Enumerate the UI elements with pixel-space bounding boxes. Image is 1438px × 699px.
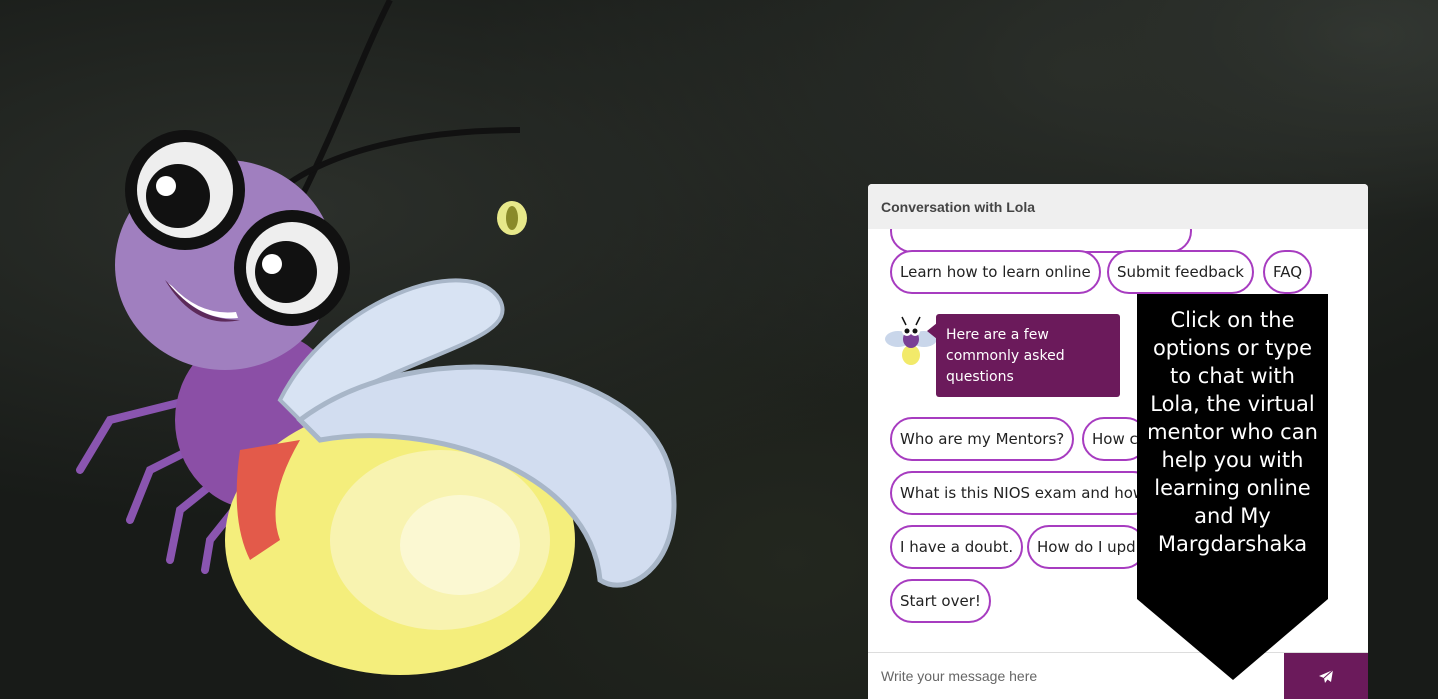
bot-message-bubble: Here are a few commonly asked questions xyxy=(927,314,1120,397)
chat-header: Conversation with Lola xyxy=(868,184,1368,229)
lola-avatar-icon xyxy=(885,316,937,365)
faq-nios-exam[interactable]: What is this NIOS exam and how xyxy=(890,471,1156,515)
onboarding-tooltip: Click on the options or type to chat wit… xyxy=(1137,294,1328,680)
faq-have-doubt[interactable]: I have a doubt. xyxy=(890,525,1024,569)
faq-who-are-mentors[interactable]: Who are my Mentors? xyxy=(890,417,1075,461)
option-faq[interactable]: FAQ xyxy=(1263,250,1313,294)
firefly-mascot-illustration xyxy=(76,0,677,675)
option-start-over[interactable]: Start over! xyxy=(890,579,991,623)
option-learn-online[interactable]: Learn how to learn online xyxy=(890,250,1101,294)
chat-title: Conversation with Lola xyxy=(881,199,1036,215)
tooltip-text: Click on the options or type to chat wit… xyxy=(1147,308,1318,556)
faq-how-do-i-update[interactable]: How do I upd xyxy=(1027,525,1146,569)
option-submit-feedback[interactable]: Submit feedback xyxy=(1107,250,1254,294)
